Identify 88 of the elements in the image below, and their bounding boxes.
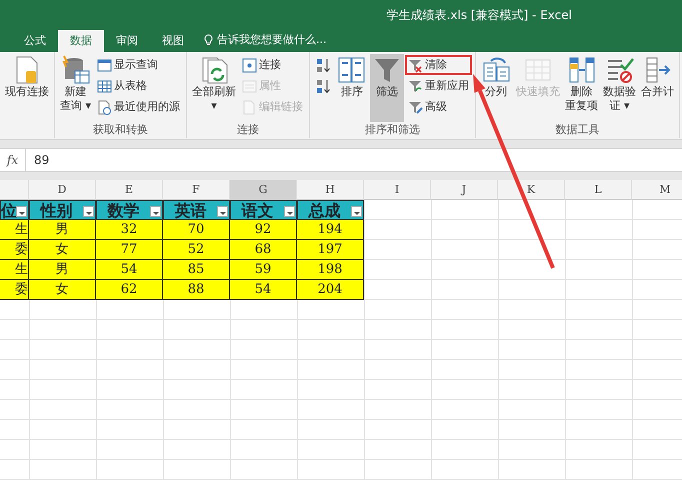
formula-field[interactable]: 89 [26,149,682,171]
ribbon-button[interactable]: 连接 [239,55,306,75]
reapply-icon [408,78,424,94]
tell-me-search[interactable]: 告诉我您想要做什么... [217,32,326,48]
function-label: fx [0,149,26,171]
ribbon-button[interactable]: 清除 [405,55,472,75]
table-cell: 59 [230,260,297,280]
column-header[interactable]: G [230,180,297,200]
table-cell: 男 [29,260,96,280]
table-cell: 198 [297,260,364,280]
table-cell: 68 [230,240,297,260]
column-header[interactable]: M [632,180,682,200]
clear-filter-icon [408,58,424,72]
ribbon-button[interactable]: 最近使用的源 [94,97,184,117]
recent-file-icon [97,100,112,114]
table-cell: 女 [29,240,96,260]
group-label: 连接 [236,122,260,138]
lightbulb-icon [204,34,213,46]
window-icon [97,58,112,72]
filter-dropdown-button[interactable] [83,206,94,217]
remove-duplicates-icon [566,55,597,85]
table-header-cell: 英语 [174,201,206,220]
sort-descending-icon [316,78,332,94]
ribbon-button[interactable]: 筛选 [370,54,404,122]
table-cell: 197 [297,240,364,260]
group-label: 排序和筛选 [364,122,422,138]
table-cell: 70 [163,220,230,240]
table-cell: 生 [0,260,29,280]
ribbon-tab[interactable]: 公式 [12,30,58,52]
properties-icon [242,78,258,94]
ribbon-tab[interactable]: 数据 [58,30,104,52]
table-cell: 52 [163,240,230,260]
ribbon-button[interactable]: 显示查询 [94,55,184,75]
ribbon-button[interactable]: 数据验 证 ▾ [601,54,638,122]
filter-dropdown-button[interactable] [284,206,295,217]
column-header[interactable]: K [498,180,565,200]
table-cell: 女 [29,280,96,300]
ribbon-button[interactable]: 高级 [405,97,472,117]
ribbon-button[interactable]: 重新应用 [405,76,472,96]
ribbon-tab[interactable]: 视图 [150,30,196,52]
column-header[interactable]: L [565,180,632,200]
advanced-filter-icon [408,100,424,114]
column-header[interactable]: E [96,180,163,200]
ribbon-button[interactable]: 全部刷新 ▾ [190,54,238,122]
ribbon-button[interactable]: 现有连接 [3,54,51,122]
table-icon [97,78,112,94]
column-header[interactable]: H [297,180,364,200]
table-cell: 85 [163,260,230,280]
ribbon-button[interactable]: 新建 查询 ▾ [58,54,94,122]
connections-icon [242,58,258,72]
table-cell: 62 [96,280,163,300]
sort-icon [337,55,368,85]
ribbon-button[interactable]: 分列 [479,54,514,122]
table-cell: 54 [230,280,297,300]
column-header[interactable]: F [163,180,230,200]
ribbon-button[interactable]: 合并计 [639,54,676,122]
table-header-cell: 语文 [242,201,274,220]
column-header[interactable]: I [364,180,431,200]
column-header[interactable]: J [431,180,498,200]
filter-dropdown-button[interactable] [16,206,27,217]
table-header-cell: 总成 [308,201,340,220]
group-label: 数据工具 [554,122,601,138]
filter-dropdown-button[interactable] [351,206,362,217]
ribbon-button[interactable]: 从表格 [94,76,184,96]
filter-dropdown-button[interactable] [217,206,228,217]
table-cell: 32 [96,220,163,240]
filter-dropdown-button[interactable] [150,206,161,217]
table-cell: 88 [163,280,230,300]
ribbon-button[interactable]: 排序 [335,54,370,122]
table-header-cell: 数学 [108,201,140,220]
ribbon-button[interactable]: 删除 重复项 [563,54,600,122]
table-cell: 委 [0,240,29,260]
table-cell: 204 [297,280,364,300]
table-cell: 委 [0,280,29,300]
table-cell: 54 [96,260,163,280]
edit-links-icon [242,100,258,114]
window-title: 学生成绩表.xls [兼容模式] - Excel [386,7,572,24]
table-cell: 男 [29,220,96,240]
group-label: 获取和转换 [92,122,150,138]
table-cell: 92 [230,220,297,240]
ribbon-tab[interactable]: 审阅 [104,30,150,52]
sort-ascending-icon [316,58,332,72]
table-header-cell: 性别 [40,201,72,220]
table-cell: 194 [297,220,364,240]
table-cell: 77 [96,240,163,260]
column-header[interactable]: D [29,180,96,200]
table-cell: 生 [0,220,29,240]
database-icon [60,55,91,85]
